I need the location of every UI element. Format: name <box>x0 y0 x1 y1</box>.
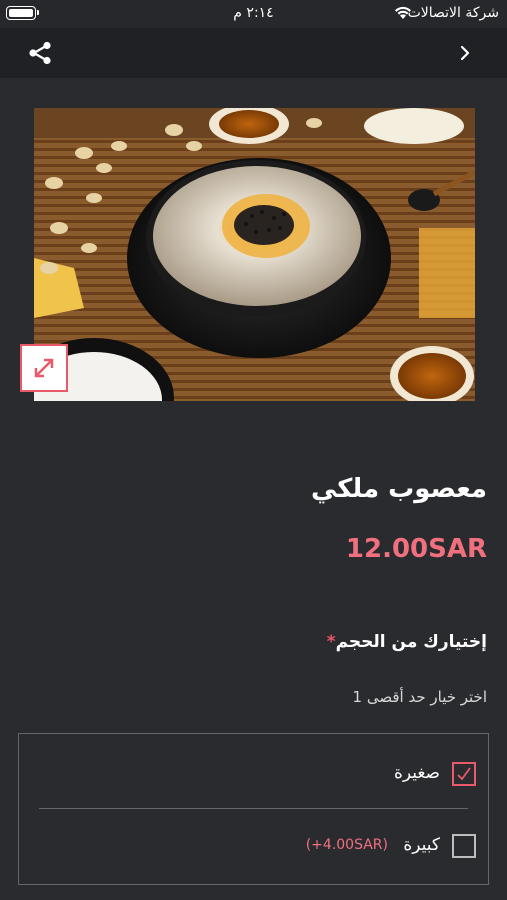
checkbox-small[interactable] <box>452 762 476 786</box>
status-bar: ٢:١٤ م شركة الاتصالات <box>0 0 507 28</box>
size-option-extra-price: (+4.00SAR) <box>305 837 388 853</box>
size-option-label: كبيرة <box>403 835 440 855</box>
divider <box>39 808 468 809</box>
product-title: معصوب ملكي <box>310 474 487 504</box>
share-button[interactable] <box>22 36 58 70</box>
size-hint: اختر خيار حد أقصى 1 <box>352 688 487 706</box>
share-icon <box>29 41 51 65</box>
checkbox-large[interactable] <box>452 834 476 858</box>
required-marker: * <box>326 632 336 652</box>
top-nav-bar <box>0 28 507 78</box>
checkmark-icon <box>457 767 471 781</box>
product-price: 12.00SAR <box>345 534 487 564</box>
expand-icon <box>34 358 54 378</box>
carrier-name: شركة الاتصالات <box>407 5 499 21</box>
size-options-list: صغيرة كبيرة (+4.00SAR) <box>18 733 489 885</box>
product-image[interactable] <box>34 108 475 401</box>
size-option-small[interactable]: صغيرة <box>19 744 488 804</box>
size-option-large[interactable]: كبيرة (+4.00SAR) <box>19 816 488 876</box>
size-option-label: صغيرة <box>393 763 440 783</box>
product-photo <box>34 108 475 401</box>
back-button[interactable] <box>453 40 477 66</box>
product-detail: معصوب ملكي 12.00SAR إختيارك من الحجم* اخ… <box>0 78 507 900</box>
chevron-right-icon <box>460 45 470 61</box>
size-label-text: إختيارك من الحجم <box>335 632 487 652</box>
expand-image-button[interactable] <box>20 344 68 392</box>
size-section-label: إختيارك من الحجم* <box>321 632 487 652</box>
